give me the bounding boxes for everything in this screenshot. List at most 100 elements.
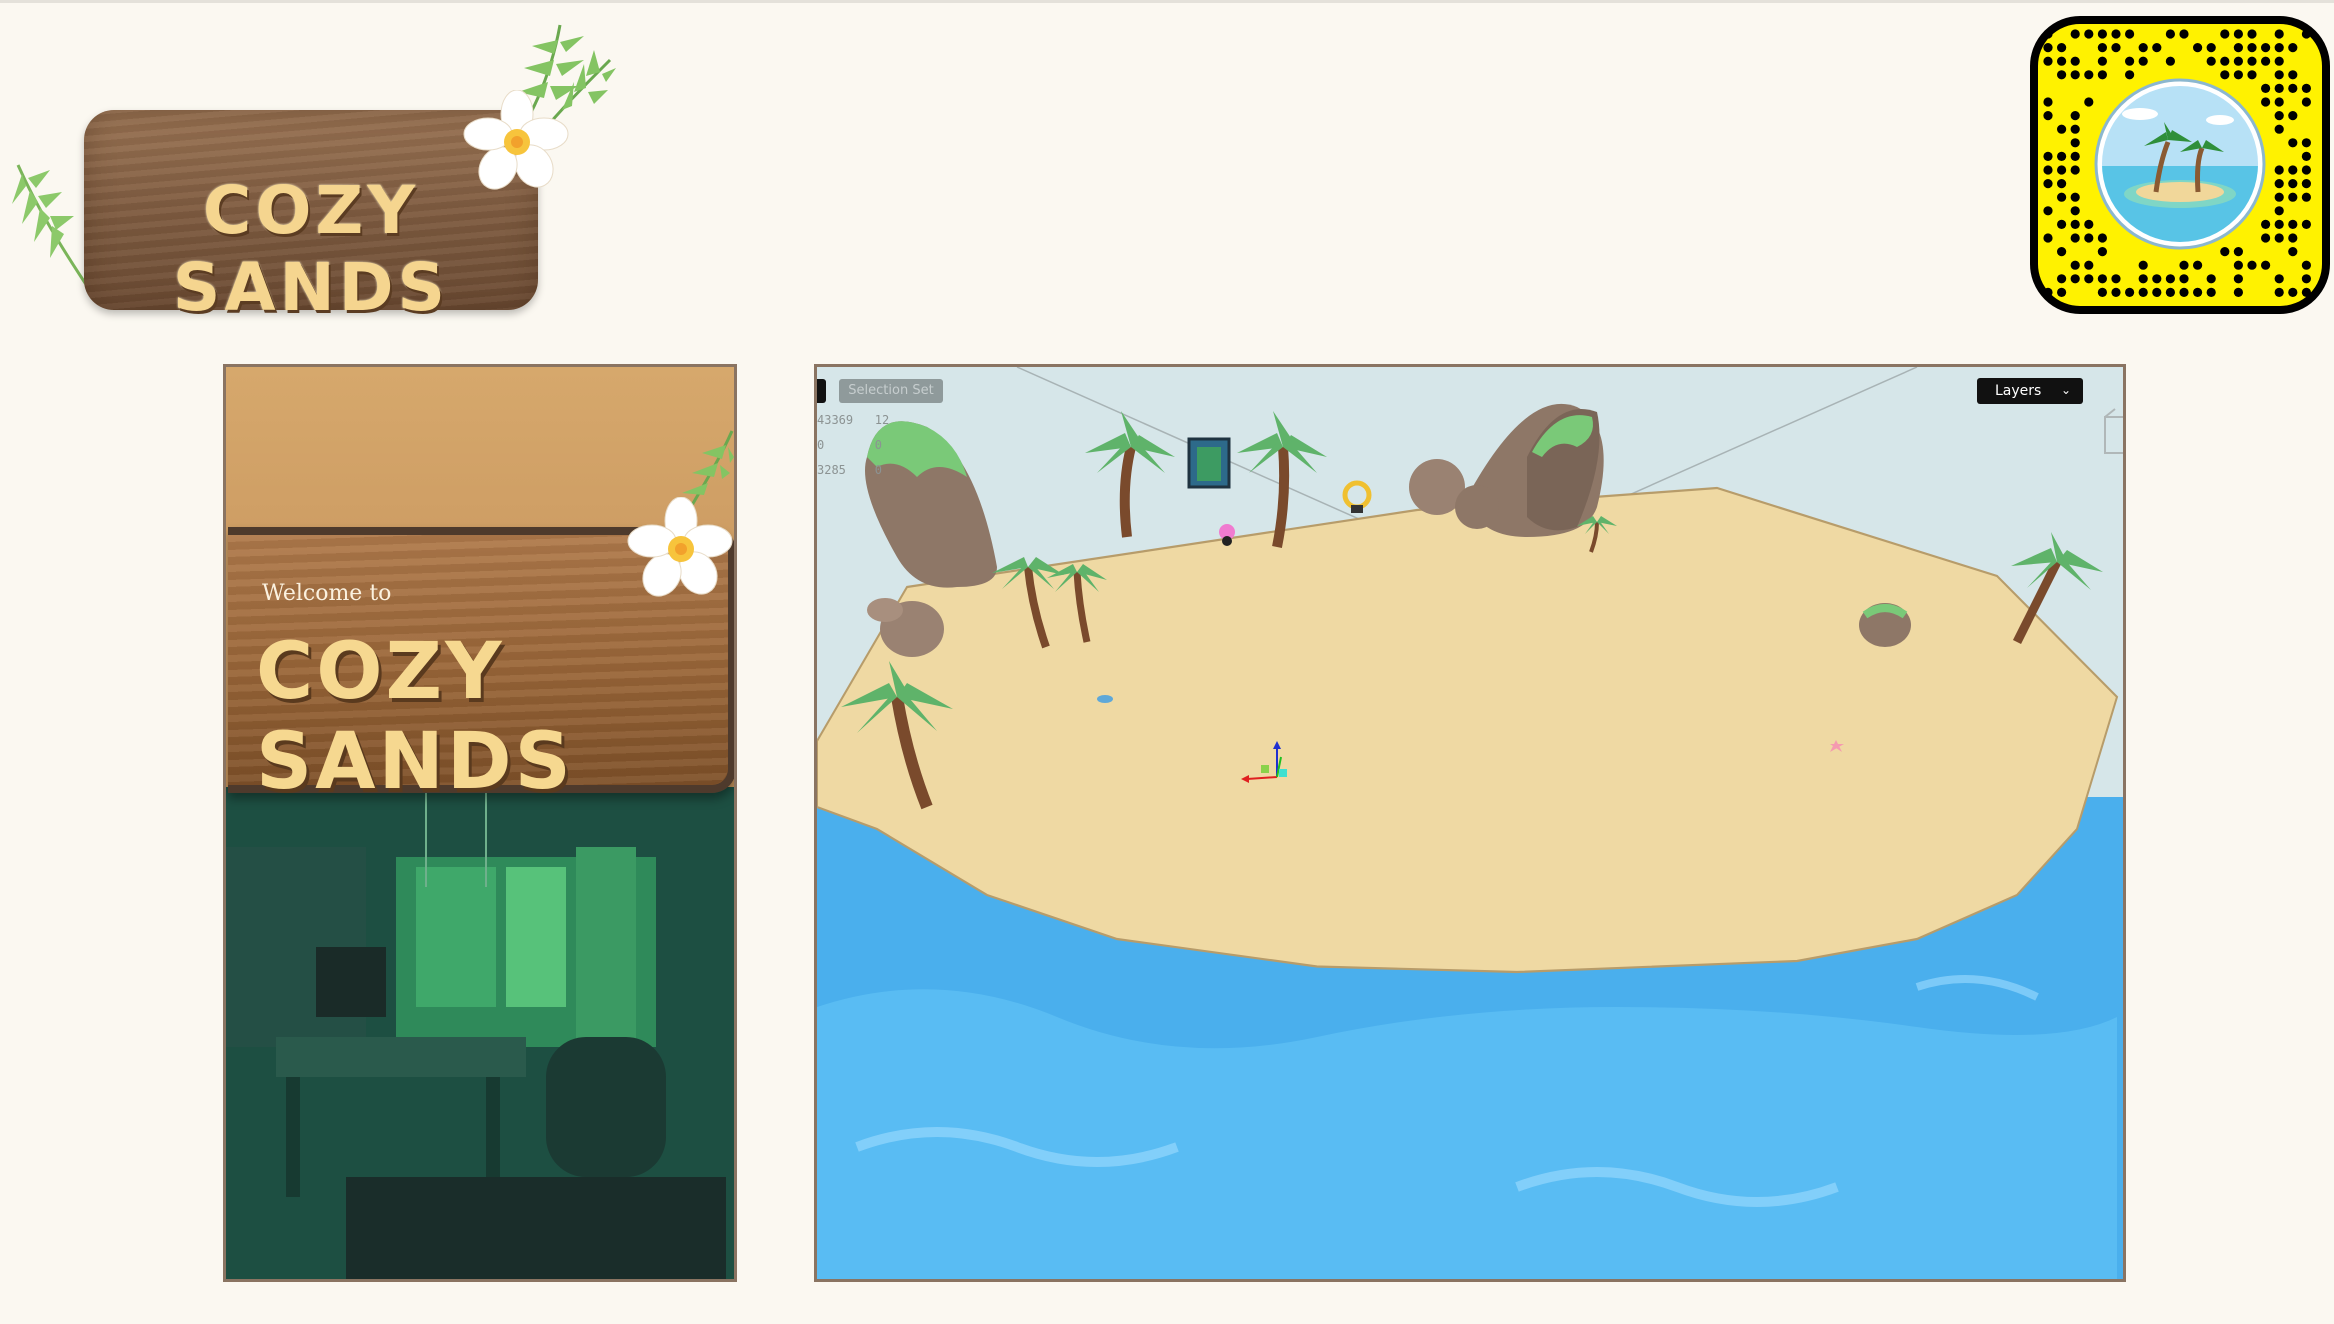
snapcode-dot [2288,111,2298,121]
snapcode-dot [2261,97,2271,107]
snapcode-dot [2220,247,2230,257]
snapcode-dot [2220,56,2230,66]
snapcode-dot [2233,70,2243,80]
snapcode-dot [2206,56,2216,66]
snapcode-dot [2043,56,2053,66]
snapcode-dot [2111,287,2121,297]
snapcode-dot [2084,97,2094,107]
panel-title: COZY SANDS [256,627,574,807]
snapcode-dot [2057,287,2067,297]
cozy-sands-logo: COZY SANDS [0,10,640,340]
logo-title: COZY SANDS [172,172,450,326]
snapcode-dot [2165,287,2175,297]
snapcode-dot [2043,233,2053,243]
scene-stats: 43369 12 0 0 3285 0 [817,413,889,488]
snapcode-dot [2138,287,2148,297]
snapcode-dot [2084,260,2094,270]
layers-label: Layers [1995,383,2042,399]
snapcode-dot [2261,43,2271,53]
snapcode-dot [2247,43,2257,53]
snapcode-dot [2274,29,2284,39]
snapcode-dot [2043,165,2053,175]
snapcode-dot [2084,29,2094,39]
snapcode-dot [2070,206,2080,216]
snapcode-dot [2152,274,2162,284]
snapcode-dot [2165,274,2175,284]
snapcode-dot [2057,70,2067,80]
snapcode-dot [2043,43,2053,53]
snapcode-dot [2043,29,2053,39]
snapcode-dot [2288,192,2298,202]
snapcode-dot [2288,138,2298,148]
snapcode-dot [2301,151,2311,161]
snapcode-dot [2288,179,2298,189]
rock-right-small [1859,603,1911,647]
snapcode-dot [2274,192,2284,202]
snapcode-dot [2165,29,2175,39]
snapcode-dot [2301,219,2311,229]
stats-row: 43369 12 [817,413,890,427]
snapcode-dot [2097,233,2107,243]
snapcode-dot [2097,56,2107,66]
snapcode-dot [2274,287,2284,297]
snapcode-icon[interactable] [2030,16,2330,314]
snapcode-dot [2247,29,2257,39]
snapcode-dot [2301,192,2311,202]
snapcode-dot [2261,56,2271,66]
snapcode-dot [2288,83,2298,93]
snapcode-dot [2070,192,2080,202]
snapcode-dot [2043,97,2053,107]
snapcode-dot [2138,260,2148,270]
snapcode-dot [2220,70,2230,80]
snapcode-dot [2301,165,2311,175]
snapcode-dot [2261,233,2271,243]
snapcode-dot [2070,138,2080,148]
snapcode-dot [2233,247,2243,257]
lens-preview-panel: Welcome to COZY SANDS [223,364,737,1282]
snapcode-dot [2057,179,2067,189]
snapcode-dot [2057,124,2067,134]
snapcode-dot [2233,274,2243,284]
interior-room-image [226,787,734,1279]
snapcode-dot [2084,233,2094,243]
snapcode-dot [2057,56,2067,66]
snapcode-dot [2206,274,2216,284]
snapcode-dot [2274,179,2284,189]
snapcode-dot [2301,138,2311,148]
snapcode-dot [2288,165,2298,175]
snapcode-dot [2043,287,2053,297]
snapcode-dot [2070,274,2080,284]
snapcode-dot [2247,260,2257,270]
snapcode-dot [2070,56,2080,66]
snapcode-dot [2152,287,2162,297]
snapcode-dot [2220,29,2230,39]
welcome-text: Welcome to [262,581,392,606]
selection-set-button[interactable]: Selection Set [839,379,943,403]
island-scene[interactable] [817,367,2123,1279]
snapcode-dot [2288,70,2298,80]
plumeria-flower-icon [463,90,569,190]
snapcode-dot [2070,151,2080,161]
snapcode-dot [2274,111,2284,121]
snapcode-dot [2206,287,2216,297]
scene-viewport[interactable]: Selection Set 43369 12 0 0 3285 0 Layers… [814,364,2126,1282]
snapcode-dot [2206,43,2216,53]
snapcode-dot [2057,165,2067,175]
snapcode-dot [2274,206,2284,216]
viewport-left-tab[interactable] [817,379,826,403]
top-divider [0,0,2334,3]
snapcode-dot [2097,274,2107,284]
snapcode-dot [2301,83,2311,93]
snapcode-dot [2111,29,2121,39]
snapcode-dot [2179,287,2189,297]
snapcode-dot [2233,29,2243,39]
snapcode-dot [2274,70,2284,80]
snapcode-dot [2288,287,2298,297]
layers-dropdown[interactable]: Layers ⌄ [1977,378,2083,404]
view-cube-icon[interactable] [2101,397,2126,457]
snapcode-dot [2097,43,2107,53]
snapcode-dot [2097,247,2107,257]
snapcode-dot [2261,83,2271,93]
snapcode-dot [2288,43,2298,53]
snapcode-dot [2247,56,2257,66]
